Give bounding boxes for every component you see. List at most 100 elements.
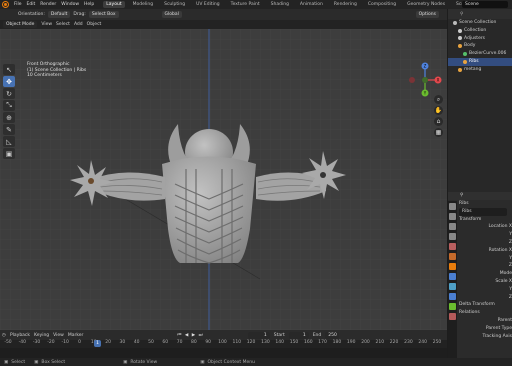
playback-controls-icon[interactable]: ⏮ ◀ ▶ ⏭ — [177, 332, 203, 338]
transform-orientation-dropdown[interactable]: Global — [161, 11, 182, 18]
location-x-label: Location X — [488, 224, 512, 230]
tab-compositing[interactable]: Compositing — [365, 1, 399, 8]
outliner-row[interactable]: Adjusters — [448, 35, 512, 43]
frame-tick-label: 40 — [133, 340, 140, 345]
move-tool-icon[interactable]: ✥ — [3, 76, 15, 87]
tool-shelf: ↖ ✥ ↻ ⤡ ⊕ ✎ ◺ ▣ — [3, 64, 15, 160]
delta-transform-panel-header[interactable]: Delta Transform — [459, 301, 512, 309]
scene-tab-icon[interactable] — [449, 243, 456, 250]
curve-icon — [463, 52, 467, 57]
tab-sculpting[interactable]: Sculpting — [161, 1, 188, 8]
outliner-row[interactable]: Collection — [448, 27, 512, 35]
scene-selector[interactable]: Scene — [462, 1, 508, 8]
filter-icon[interactable]: ⚲ — [460, 12, 463, 17]
menu-select[interactable]: Select — [56, 22, 70, 27]
object-properties: Ribs Ribs Transform Location X Y Z Rotat… — [459, 200, 512, 340]
object-tab-icon[interactable] — [449, 263, 456, 270]
props-search[interactable]: ⚲ — [448, 192, 512, 200]
menu-object[interactable]: Object — [87, 22, 102, 27]
world-tab-icon[interactable] — [449, 253, 456, 260]
frame-tick-label: 20 — [105, 340, 111, 345]
end-frame-field[interactable]: 250 — [325, 331, 340, 339]
grid-view-icon[interactable]: ▦ — [434, 128, 443, 137]
frame-tick-label: -50 — [4, 340, 12, 345]
tracking-axis-label: Tracking Axis — [482, 333, 512, 339]
menu-file[interactable]: File — [14, 2, 22, 7]
view-layer-tab-icon[interactable] — [449, 233, 456, 240]
start-frame-field[interactable]: 1 — [288, 331, 309, 339]
location-y-label: Y — [509, 232, 512, 238]
object-name-field[interactable]: Ribs — [459, 207, 512, 216]
tab-rendering[interactable]: Rendering — [331, 1, 360, 8]
menu-edit[interactable]: Edit — [27, 2, 36, 7]
tab-layout[interactable]: Layout — [103, 1, 125, 8]
relations-panel-header[interactable]: Relations — [459, 309, 512, 317]
frame-tick-label: 160 — [304, 340, 313, 345]
render-tab-icon[interactable] — [449, 213, 456, 220]
transform-tool-icon[interactable]: ⊕ — [3, 112, 15, 123]
current-frame-field[interactable]: 1 — [247, 331, 270, 339]
menu-render[interactable]: Render — [40, 2, 56, 7]
physics-tab-icon[interactable] — [449, 293, 456, 300]
blender-window: File Edit Render Window Help Layout Mode… — [0, 0, 512, 366]
frame-tick-label: 140 — [275, 340, 284, 345]
timeline-body[interactable] — [0, 348, 447, 358]
drag-dropdown[interactable]: Select Box — [88, 11, 119, 18]
menu-marker[interactable]: Marker — [68, 333, 84, 338]
data-tab-icon[interactable] — [449, 303, 456, 310]
outliner-row[interactable]: Body — [448, 42, 512, 50]
annotate-tool-icon[interactable]: ✎ — [3, 124, 15, 135]
mouse-right-icon: ▣ — [200, 359, 205, 365]
timeline-editor-icon[interactable]: ◷ — [2, 333, 6, 338]
transform-panel-header[interactable]: Transform — [459, 216, 512, 224]
blender-logo-icon[interactable] — [2, 1, 9, 8]
menu-playback[interactable]: Playback — [10, 333, 30, 338]
object-mode-dropdown[interactable]: Object Mode — [3, 21, 38, 28]
outliner-row[interactable]: Scene Collection — [448, 19, 512, 27]
cursor-tool-icon[interactable]: ↖ — [3, 64, 15, 75]
menu-timeline-view[interactable]: View — [53, 333, 64, 338]
add-cube-tool-icon[interactable]: ▣ — [3, 148, 15, 159]
name-input[interactable]: Ribs — [459, 207, 507, 216]
tab-texture-paint[interactable]: Texture Paint — [228, 1, 263, 8]
frame-tick-label: 150 — [289, 340, 299, 345]
frame-tick-label: 130 — [261, 340, 270, 345]
outliner-row[interactable]: metang — [448, 66, 512, 74]
tool-tab-icon[interactable] — [449, 203, 456, 210]
menu-help[interactable]: Help — [84, 2, 94, 7]
frame-tick-label: 50 — [148, 340, 154, 345]
measure-tool-icon[interactable]: ◺ — [3, 136, 15, 147]
tab-animation[interactable]: Animation — [297, 1, 326, 8]
scale-z-label: Z — [508, 294, 512, 300]
material-tab-icon[interactable] — [449, 313, 456, 320]
outliner-row[interactable]: BezierCurve.006 — [448, 50, 512, 58]
frame-tick-label: 70 — [176, 340, 183, 345]
rotate-tool-icon[interactable]: ↻ — [3, 88, 15, 99]
tab-modeling[interactable]: Modeling — [130, 1, 156, 8]
outliner-row[interactable]: Ribs — [448, 57, 512, 66]
tab-shading[interactable]: Shading — [268, 1, 292, 8]
orientation-label: Orientation: — [18, 12, 45, 17]
tab-geometry-nodes[interactable]: Geometry Nodes — [404, 1, 448, 8]
pan-hand-icon[interactable]: ✋ — [434, 106, 443, 115]
menu-view[interactable]: View — [41, 22, 52, 27]
rotation-mode-label: Mode — [499, 271, 512, 277]
playhead[interactable]: 1 — [94, 340, 101, 347]
output-tab-icon[interactable] — [449, 223, 456, 230]
object-icon — [458, 67, 462, 72]
3d-viewport[interactable]: Front Orthographic (1) Scene Collection … — [0, 29, 447, 330]
scale-tool-icon[interactable]: ⤡ — [3, 100, 15, 111]
zoom-icon[interactable]: ⌕ — [434, 95, 443, 104]
tab-uv-editing[interactable]: UV Editing — [193, 1, 222, 8]
menu-add[interactable]: Add — [74, 22, 83, 27]
menu-window[interactable]: Window — [61, 2, 79, 7]
modifier-tab-icon[interactable] — [449, 273, 456, 280]
camera-icon[interactable]: ⌂ — [434, 117, 443, 126]
timeline-ruler[interactable]: -50-40-30-20-100102030405060708090100110… — [0, 340, 447, 348]
options-dropdown[interactable]: Options — [415, 11, 439, 18]
gizmo-z-label: Z — [424, 64, 427, 69]
orientation-dropdown[interactable]: Default — [47, 11, 71, 18]
menu-keying[interactable]: Keying — [34, 333, 49, 338]
outliner: ⚲ Scene Collection Collection Adjusters Bod… — [448, 9, 512, 192]
particles-tab-icon[interactable] — [449, 283, 456, 290]
